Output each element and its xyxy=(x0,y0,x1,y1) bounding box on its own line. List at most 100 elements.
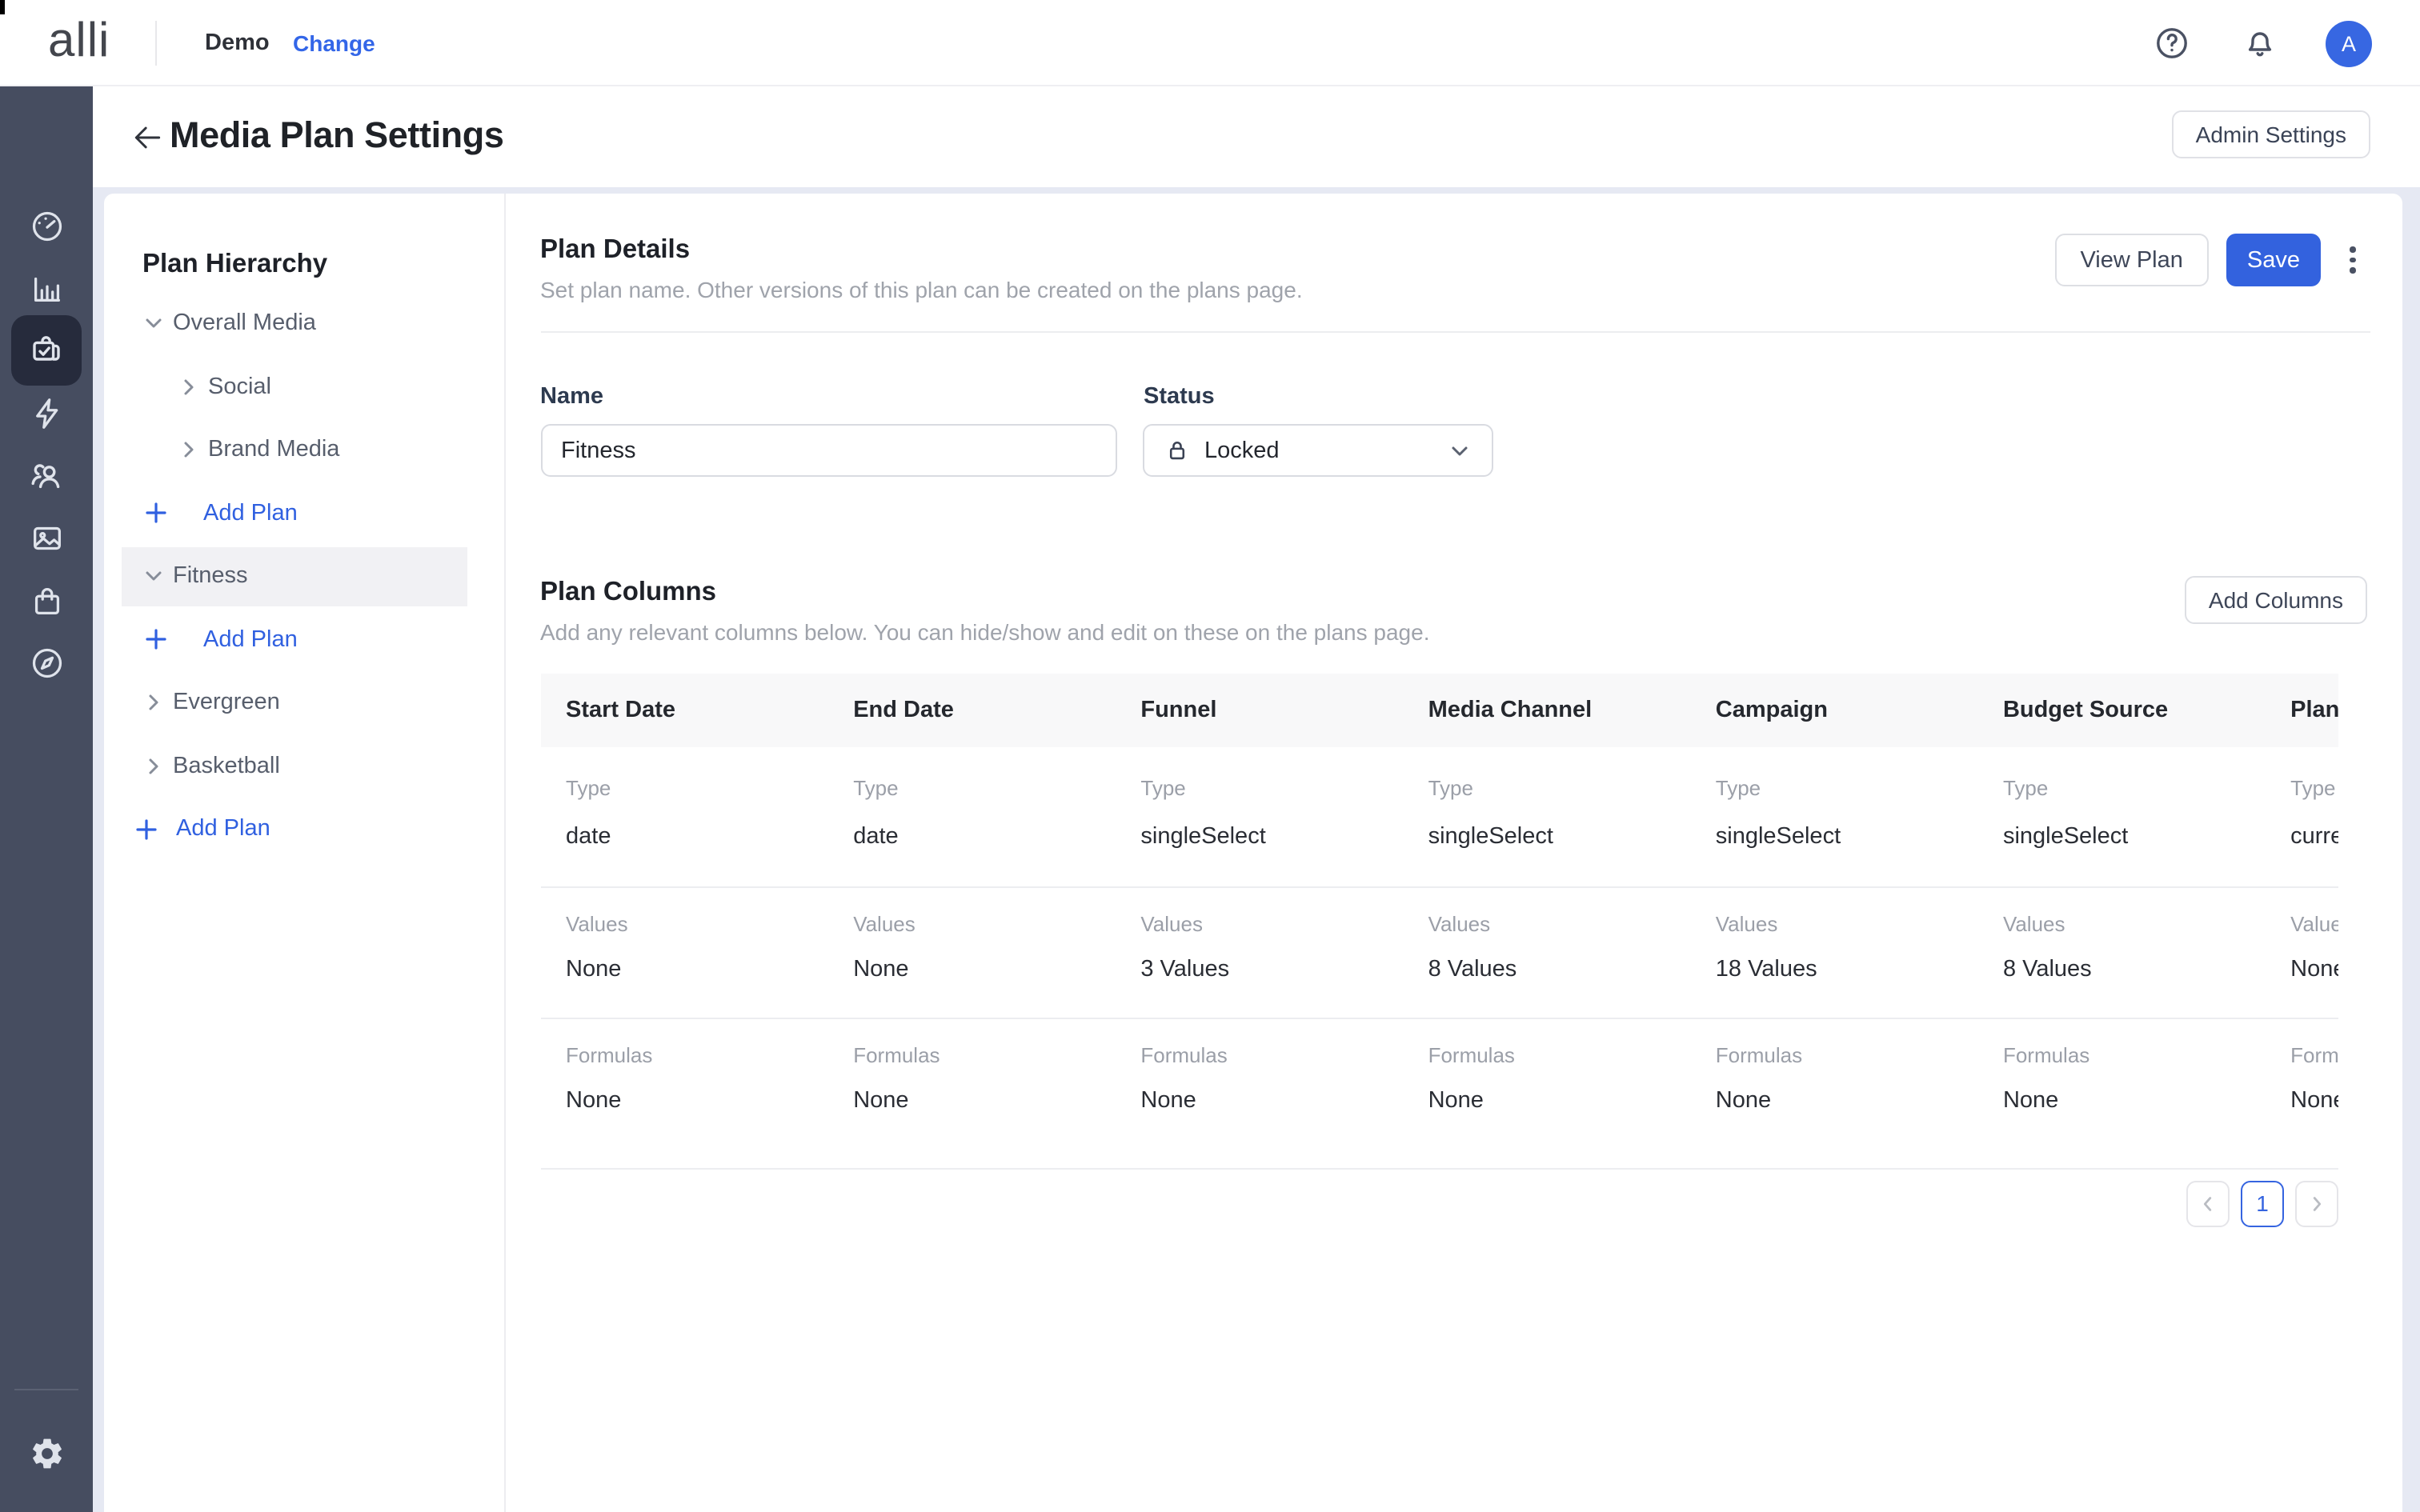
type-row-label: Type xyxy=(1115,747,1402,818)
view-plan-button[interactable]: View Plan xyxy=(2054,234,2208,286)
add-plan-label: Add Plan xyxy=(203,627,298,653)
settings-gear-icon[interactable] xyxy=(11,1418,82,1488)
prev-page-button[interactable] xyxy=(2186,1181,2230,1226)
type-value: singleSelect xyxy=(1115,818,1402,888)
plan-details-title: Plan Details xyxy=(540,235,690,266)
page-title: Media Plan Settings xyxy=(170,115,504,157)
formulas-value: None xyxy=(1403,1083,1690,1170)
values-row-label: Values xyxy=(1977,888,2265,952)
formulas-value: None xyxy=(1115,1083,1402,1170)
name-input[interactable] xyxy=(540,424,1116,477)
save-button[interactable]: Save xyxy=(2226,234,2321,286)
chevron-right-icon xyxy=(142,692,165,714)
tree-item-social[interactable]: Social xyxy=(104,358,503,416)
type-row-label: Type xyxy=(1977,747,2265,818)
admin-settings-button[interactable]: Admin Settings xyxy=(2172,110,2370,158)
tree-item-fitness-selected[interactable]: Fitness xyxy=(122,547,467,606)
name-label: Name xyxy=(540,384,603,410)
type-row-label: Type xyxy=(540,747,827,818)
status-label: Status xyxy=(1144,384,1215,410)
page-number-button[interactable]: 1 xyxy=(2241,1181,2284,1226)
column-header: Campaign xyxy=(1690,674,1977,747)
compass-icon[interactable] xyxy=(11,627,82,698)
type-value: date xyxy=(827,818,1115,888)
add-plan-child-button[interactable]: Add Plan xyxy=(104,610,503,669)
chevron-right-icon xyxy=(178,376,200,398)
column-header: Funnel xyxy=(1115,674,1402,747)
tree-item-overall-media[interactable]: Overall Media xyxy=(104,294,503,353)
type-value: singleSelect xyxy=(1690,818,1977,888)
dashboard-gauge-icon[interactable] xyxy=(11,190,82,261)
status-select[interactable]: Locked xyxy=(1142,424,1492,477)
column-header: Planned xyxy=(2265,674,2338,747)
tree-item-label: Fitness xyxy=(173,564,248,590)
next-page-button[interactable] xyxy=(2295,1181,2338,1226)
page-title-bar: Media Plan Settings Admin Settings xyxy=(93,86,2420,187)
top-bar: alli Demo Change A xyxy=(0,0,2420,86)
lightning-icon[interactable] xyxy=(11,378,82,448)
audiences-icon[interactable] xyxy=(11,440,82,510)
chevron-right-icon xyxy=(142,755,165,778)
status-value: Locked xyxy=(1204,438,1446,463)
values-value: None xyxy=(827,952,1115,1019)
add-plan-child-button[interactable]: Add Plan xyxy=(104,484,503,542)
type-row-label: Type xyxy=(827,747,1115,818)
tree-item-brand-media[interactable]: Brand Media xyxy=(104,421,503,479)
values-row-label: Values xyxy=(827,888,1115,952)
formulas-value: None xyxy=(1977,1083,2265,1170)
plus-icon xyxy=(144,502,168,526)
values-value: 3 Values xyxy=(1115,952,1402,1019)
plan-hierarchy-title: Plan Hierarchy xyxy=(142,250,327,280)
values-row-label: Values xyxy=(540,888,827,952)
lock-icon xyxy=(1163,437,1190,464)
values-row-label: Values xyxy=(1690,888,1977,952)
type-value: singleSelect xyxy=(1977,818,2265,888)
type-value: singleSelect xyxy=(1403,818,1690,888)
formulas-value: None xyxy=(540,1083,827,1170)
formulas-row-label: Formulas xyxy=(1403,1019,1690,1083)
chevron-down-icon xyxy=(142,313,165,335)
column-header: Budget Source xyxy=(1977,674,2265,747)
formulas-row-label: Formulas xyxy=(540,1019,827,1083)
tree-item-label: Evergreen xyxy=(173,690,280,716)
nav-rail xyxy=(0,86,93,1512)
details-actions: View Plan Save xyxy=(2054,234,2366,286)
add-plan-label: Add Plan xyxy=(203,501,298,526)
shopping-bag-icon[interactable] xyxy=(11,565,82,635)
image-icon[interactable] xyxy=(11,502,82,573)
values-value: None xyxy=(2265,952,2338,1019)
tree-item-evergreen[interactable]: Evergreen xyxy=(104,674,503,732)
values-row-label: Values xyxy=(1115,888,1402,952)
app-root: alli Demo Change A xyxy=(0,0,2420,1512)
help-icon[interactable] xyxy=(2153,24,2191,62)
more-options-kebab-icon[interactable] xyxy=(2340,241,2366,279)
media-plans-clipboard-icon[interactable] xyxy=(11,315,82,386)
user-avatar[interactable]: A xyxy=(2326,21,2372,67)
topbar-divider xyxy=(155,21,157,66)
plan-columns-subtitle: Add any relevant columns below. You can … xyxy=(540,619,1429,645)
notifications-bell-icon[interactable] xyxy=(2241,24,2279,62)
formulas-row-label: Formulas xyxy=(2265,1019,2338,1083)
add-plan-root-button[interactable]: Add Plan xyxy=(104,800,503,858)
tree-item-basketball[interactable]: Basketball xyxy=(104,737,503,795)
back-arrow-icon[interactable] xyxy=(130,120,165,155)
type-row-label: Type xyxy=(1403,747,1690,818)
change-account-link[interactable]: Change xyxy=(293,0,375,86)
type-value: currency xyxy=(2265,818,2338,888)
values-row-label: Values xyxy=(2265,888,2338,952)
type-row-label: Type xyxy=(1690,747,1977,818)
formulas-row-label: Formulas xyxy=(1690,1019,1977,1083)
chevron-down-icon xyxy=(1446,438,1472,463)
screen-corner-artifact xyxy=(0,0,5,14)
account-name: Demo xyxy=(205,0,270,86)
details-divider xyxy=(540,331,2370,333)
plus-icon xyxy=(134,818,158,842)
plan-details-subtitle: Set plan name. Other versions of this pl… xyxy=(540,277,1303,302)
column-header: Media Channel xyxy=(1403,674,1690,747)
content-card: Plan Hierarchy Overall Media Social Bran… xyxy=(104,194,2402,1512)
alli-logo: alli xyxy=(48,0,110,86)
values-row-label: Values xyxy=(1403,888,1690,952)
add-columns-button[interactable]: Add Columns xyxy=(2185,576,2367,624)
add-plan-label: Add Plan xyxy=(176,817,270,842)
bar-chart-icon[interactable] xyxy=(11,253,82,323)
